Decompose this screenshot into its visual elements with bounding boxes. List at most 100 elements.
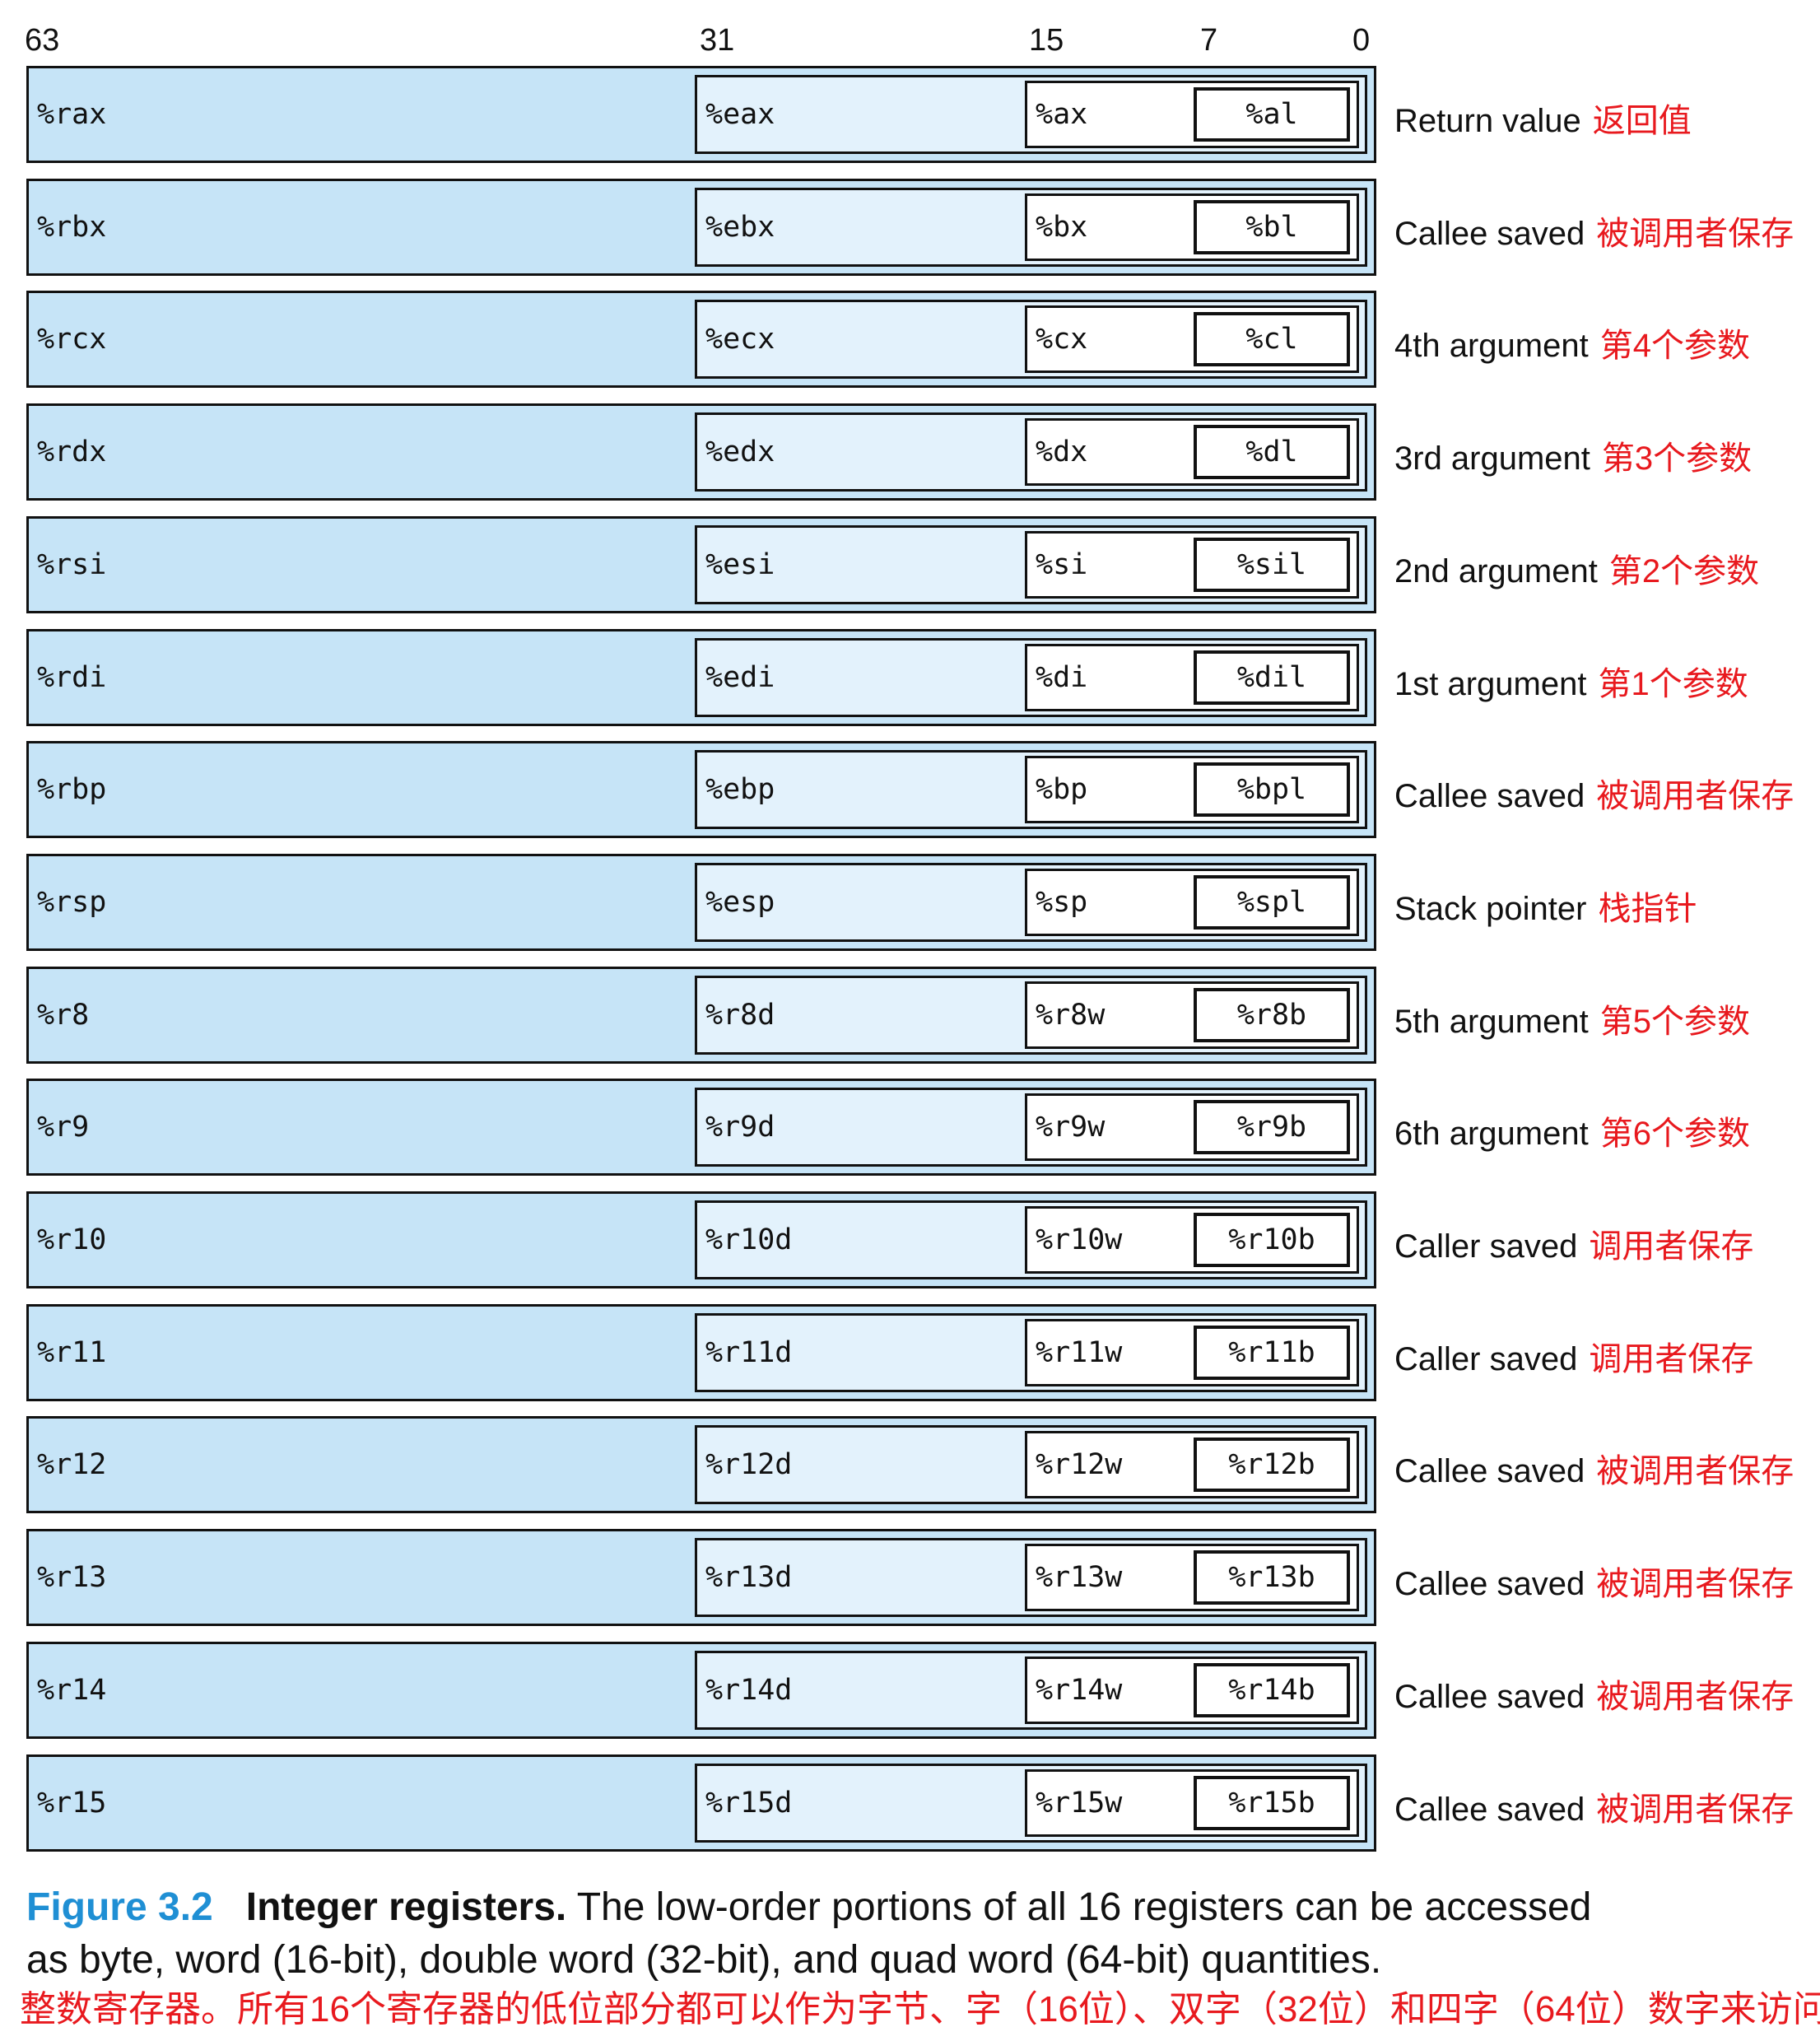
register-role-rdx: 3rd argument 第3个参数 [1394, 431, 1752, 479]
register-8bit: %cl [1194, 312, 1350, 366]
register-row-r12: %r12 %r12d %r12w %r12b [26, 1416, 1376, 1513]
register-32bit-name: %esp [705, 886, 775, 919]
register-32bit-name: %r11d [705, 1336, 793, 1369]
role-label-chinese: 栈指针 [1598, 891, 1697, 927]
role-label-chinese: 被调用者保存 [1596, 1679, 1794, 1715]
register-32bit-name: %ecx [705, 323, 775, 356]
caption-chinese: 整数寄存器。所有16个寄存器的低位部分都可以作为字节、字（16位）、双字（32位… [20, 1989, 1820, 2029]
caption-text-1: The low-order portions of all 16 registe… [576, 1885, 1592, 1929]
role-label: Callee saved [1394, 778, 1585, 814]
figure-title: Integer registers. [245, 1885, 567, 1929]
register-8bit-name: %r15b [1228, 1787, 1315, 1820]
role-label-chinese: 第3个参数 [1601, 440, 1753, 477]
register-32bit-name: %r8d [705, 999, 775, 1032]
role-label-chinese: 调用者保存 [1589, 1341, 1754, 1377]
register-8bit-name: %r9b [1236, 1111, 1307, 1144]
role-label: Stack pointer [1394, 891, 1587, 927]
register-8bit-name: %bpl [1236, 773, 1307, 806]
register-8bit: %dil [1194, 650, 1350, 705]
register-16bit-name: %di [1036, 661, 1088, 694]
register-role-rax: Return value 返回值 [1394, 94, 1692, 142]
register-row-rsp: %rsp %esp %sp %spl [26, 854, 1376, 951]
role-label-chinese: 被调用者保存 [1596, 1453, 1794, 1489]
register-8bit: %r8b [1194, 988, 1350, 1042]
register-32bit-name: %r12d [705, 1448, 793, 1481]
register-32bit-name: %r14d [705, 1674, 793, 1707]
register-role-r12: Callee saved 被调用者保存 [1394, 1444, 1794, 1492]
register-32bit-name: %edx [705, 436, 775, 468]
register-role-r9: 6th argument 第6个参数 [1394, 1107, 1750, 1154]
role-label: Callee saved [1394, 1792, 1585, 1828]
register-8bit-name: %dl [1245, 436, 1298, 468]
register-row-rdx: %rdx %edx %dx %dl [26, 403, 1376, 501]
register-8bit-name: %r13b [1228, 1561, 1315, 1594]
register-role-r10: Caller saved 调用者保存 [1394, 1219, 1753, 1267]
register-role-r13: Callee saved 被调用者保存 [1394, 1557, 1794, 1605]
register-8bit-name: %sil [1236, 548, 1307, 581]
register-32bit-name: %esi [705, 548, 775, 581]
role-label: 1st argument [1394, 666, 1587, 702]
role-label: 4th argument [1394, 328, 1589, 364]
register-64bit-name: %rbx [37, 211, 107, 244]
register-64bit-name: %rsi [37, 548, 107, 581]
register-16bit-name: %r15w [1036, 1787, 1123, 1820]
role-label: Return value [1394, 103, 1581, 139]
role-label: 2nd argument [1394, 553, 1598, 589]
register-8bit-name: %al [1245, 98, 1298, 131]
register-16bit-name: %sp [1036, 886, 1088, 919]
register-8bit: %sil [1194, 538, 1350, 592]
register-row-r8: %r8 %r8d %r8w %r8b [26, 967, 1376, 1064]
register-8bit: %r14b [1194, 1663, 1350, 1717]
register-role-rbp: Callee saved 被调用者保存 [1394, 769, 1794, 817]
register-32bit-name: %r10d [705, 1223, 793, 1256]
register-role-r14: Callee saved 被调用者保存 [1394, 1670, 1794, 1717]
register-16bit-name: %bp [1036, 773, 1088, 806]
register-row-rax: %rax %eax %ax %al [26, 66, 1376, 163]
role-label-chinese: 第6个参数 [1599, 1116, 1750, 1152]
register-64bit-name: %rdx [37, 436, 107, 468]
register-64bit-name: %rcx [37, 323, 107, 356]
register-8bit: %al [1194, 87, 1350, 142]
figure-number: Figure 3.2 [26, 1885, 213, 1929]
register-16bit-name: %r10w [1036, 1223, 1123, 1256]
role-label: 6th argument [1394, 1116, 1589, 1152]
role-label-chinese: 被调用者保存 [1596, 216, 1794, 252]
register-row-r13: %r13 %r13d %r13w %r13b [26, 1529, 1376, 1626]
register-8bit-name: %r10b [1228, 1223, 1315, 1256]
register-32bit-name: %r9d [705, 1111, 775, 1144]
register-8bit-name: %r12b [1228, 1448, 1315, 1481]
register-row-rdi: %rdi %edi %di %dil [26, 629, 1376, 726]
role-label: 3rd argument [1394, 440, 1590, 477]
register-8bit-name: %dil [1236, 661, 1307, 694]
register-role-r11: Caller saved 调用者保存 [1394, 1332, 1753, 1380]
register-8bit: %spl [1194, 875, 1350, 930]
register-role-rsi: 2nd argument 第2个参数 [1394, 544, 1759, 592]
register-64bit-name: %r13 [37, 1561, 107, 1594]
register-table: %rax %eax %ax %al Return value 返回值 %rbx %ebx %bx… [0, 0, 1820, 1861]
register-row-rcx: %rcx %ecx %cx %cl [26, 291, 1376, 388]
register-64bit-name: %rsp [37, 886, 107, 919]
register-row-r14: %r14 %r14d %r14w %r14b [26, 1642, 1376, 1739]
register-32bit-name: %ebp [705, 773, 775, 806]
register-role-rsp: Stack pointer 栈指针 [1394, 882, 1697, 930]
role-label: Callee saved [1394, 1679, 1585, 1715]
register-16bit-name: %dx [1036, 436, 1088, 468]
register-64bit-name: %r9 [37, 1111, 90, 1144]
role-label-chinese: 第4个参数 [1599, 328, 1750, 364]
register-8bit: %r13b [1194, 1550, 1350, 1605]
role-label-chinese: 第5个参数 [1599, 1004, 1750, 1040]
role-label: Callee saved [1394, 216, 1585, 252]
role-label-chinese: 被调用者保存 [1596, 1566, 1794, 1602]
register-32bit-name: %edi [705, 661, 775, 694]
register-64bit-name: %r11 [37, 1336, 107, 1369]
register-role-rcx: 4th argument 第4个参数 [1394, 319, 1750, 366]
register-16bit-name: %r13w [1036, 1561, 1123, 1594]
register-32bit-name: %r15d [705, 1787, 793, 1820]
register-32bit-name: %ebx [705, 211, 775, 244]
register-16bit-name: %r12w [1036, 1448, 1123, 1481]
register-8bit: %r12b [1194, 1438, 1350, 1492]
register-8bit: %r15b [1194, 1776, 1350, 1830]
register-64bit-name: %rax [37, 98, 107, 131]
register-row-r10: %r10 %r10d %r10w %r10b [26, 1191, 1376, 1288]
register-16bit-name: %ax [1036, 98, 1088, 131]
